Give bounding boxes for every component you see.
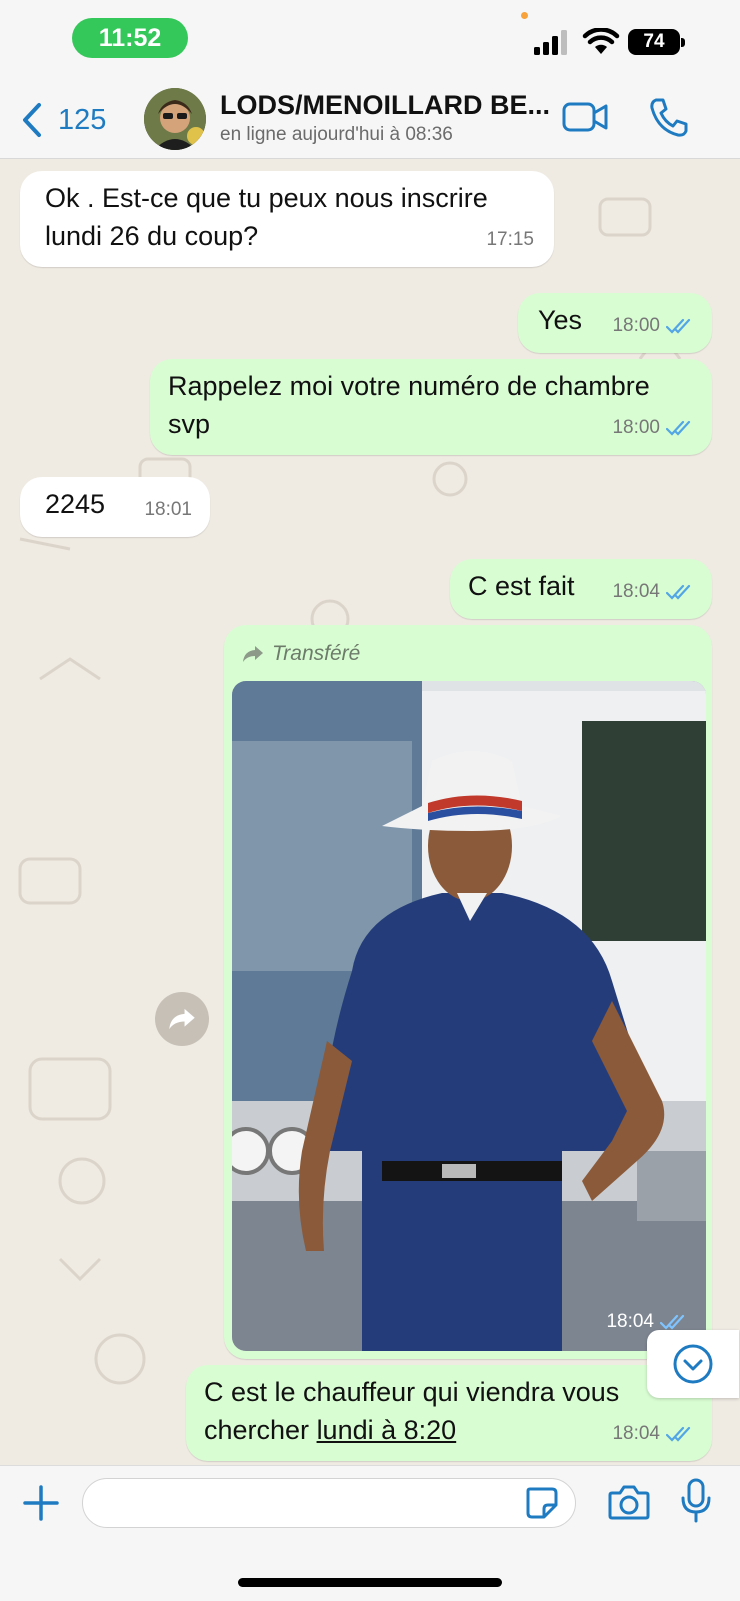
- double-check-read-icon: [666, 318, 691, 334]
- video-call-icon[interactable]: [562, 100, 608, 134]
- phone-call-icon[interactable]: [648, 96, 688, 138]
- message-text: 2245: [45, 489, 106, 519]
- sticker-icon[interactable]: [524, 1485, 560, 1521]
- message-bubble-outgoing[interactable]: C est fait 18:04: [450, 559, 712, 619]
- forward-icon: [169, 1008, 195, 1030]
- date-link[interactable]: lundi à 8:20: [317, 1415, 457, 1445]
- wifi-icon: [582, 28, 620, 54]
- message-text: Ok . Est-ce que tu peux nous inscrire lu…: [45, 183, 488, 251]
- message-input[interactable]: [82, 1478, 576, 1528]
- message-time: 18:00: [612, 315, 660, 336]
- message-bubble-outgoing[interactable]: Yes 18:00: [518, 293, 712, 353]
- message-time: 18:00: [612, 417, 660, 438]
- message-bubble-incoming[interactable]: 2245 18:01: [20, 477, 210, 537]
- battery-icon: 74: [628, 29, 686, 57]
- contact-last-seen: en ligne aujourd'hui à 08:36: [220, 124, 453, 145]
- photo-image: [232, 681, 706, 1351]
- forward-icon: [243, 646, 263, 662]
- message-time: 18:04: [612, 581, 660, 602]
- message-bubble-incoming[interactable]: Ok . Est-ce que tu peux nous inscrire lu…: [20, 171, 554, 267]
- message-time: 18:04: [612, 1423, 660, 1444]
- camera-icon[interactable]: [608, 1483, 650, 1521]
- contact-name[interactable]: LODS/MENOILLARD BE...: [220, 90, 550, 121]
- chevron-down-icon: [673, 1344, 713, 1384]
- double-check-read-icon: [666, 1426, 691, 1442]
- status-time[interactable]: 11:52: [72, 18, 188, 58]
- plus-icon[interactable]: [22, 1484, 60, 1522]
- image-message-bubble[interactable]: Transféré 18:04: [224, 625, 712, 1359]
- message-text: Yes: [538, 305, 583, 335]
- signal-icon: [534, 30, 567, 55]
- message-list[interactable]: Ok . Est-ce que tu peux nous inscrire lu…: [0, 159, 740, 1465]
- status-bar: 11:52 74: [0, 0, 740, 80]
- forward-photo-button[interactable]: [155, 992, 209, 1046]
- message-time: 17:15: [486, 229, 534, 250]
- microphone-icon[interactable]: [680, 1478, 712, 1524]
- contact-avatar[interactable]: [144, 88, 206, 150]
- chat-header: 125 LODS/MENOILLARD BE... en ligne aujou…: [0, 80, 740, 159]
- privacy-indicator-dot: [521, 12, 528, 19]
- unread-count: 125: [58, 103, 107, 136]
- forwarded-photo[interactable]: 18:04: [232, 681, 706, 1351]
- home-indicator[interactable]: [238, 1578, 502, 1587]
- back-button[interactable]: 125: [20, 100, 106, 140]
- double-check-read-icon: [666, 420, 691, 436]
- message-time: 18:01: [144, 499, 192, 520]
- message-bubble-outgoing[interactable]: Rappelez moi votre numéro de chambre svp…: [150, 359, 712, 455]
- chevron-left-icon: [23, 103, 41, 137]
- message-input-bar: [0, 1465, 740, 1601]
- double-check-read-icon: [666, 584, 691, 600]
- message-text: C est fait: [468, 571, 575, 601]
- message-bubble-outgoing[interactable]: C est le chauffeur qui viendra vous cher…: [186, 1365, 712, 1461]
- message-time: 18:04: [606, 1311, 654, 1332]
- scroll-to-bottom-button[interactable]: [647, 1330, 739, 1398]
- double-check-read-icon: [660, 1314, 685, 1330]
- battery-level: 74: [628, 29, 680, 55]
- forwarded-label: Transféré: [272, 642, 361, 665]
